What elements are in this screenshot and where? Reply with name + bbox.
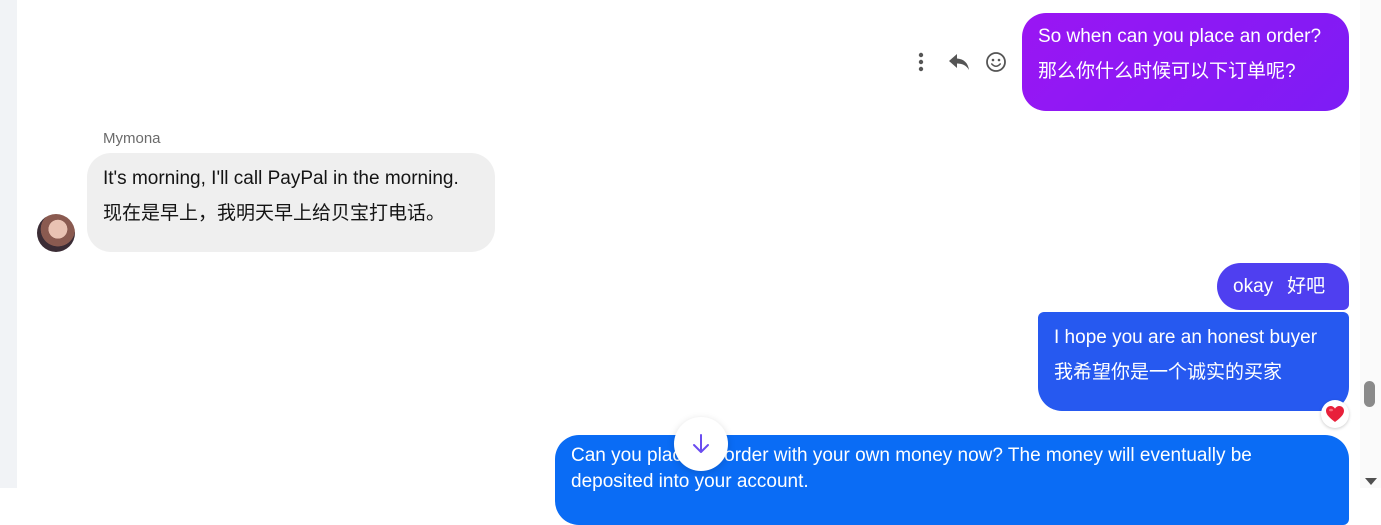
message-text: So when can you place an order?: [1038, 26, 1322, 47]
react-button[interactable]: [982, 48, 1010, 76]
message-bubble[interactable]: It's morning, I'll call PayPal in the mo…: [87, 153, 495, 252]
more-vertical-icon: [918, 52, 924, 72]
message-text: It's morning, I'll call PayPal in the mo…: [103, 168, 459, 189]
more-options-button[interactable]: [907, 48, 935, 76]
message-translation: 好吧: [1287, 276, 1326, 297]
scrollbar-thumb[interactable]: [1364, 381, 1375, 407]
avatar[interactable]: [37, 214, 75, 252]
scrollbar-track[interactable]: [1360, 0, 1381, 488]
heart-icon: [1326, 406, 1344, 422]
message-bubble[interactable]: okay 好吧: [1217, 263, 1349, 310]
message-bubble[interactable]: So when can you place an order? 那么你什么时候可…: [1022, 13, 1349, 111]
message-text: Can you place an order with your own mon…: [571, 445, 1252, 492]
message-text: I hope you are an honest buyer: [1054, 327, 1318, 348]
left-rail: [0, 0, 17, 488]
emoji-icon: [986, 52, 1006, 72]
message-translation: 我希望你是一个诚实的买家: [1054, 362, 1283, 383]
message-bubble[interactable]: I hope you are an honest buyer 我希望你是一个诚实…: [1038, 312, 1349, 411]
message-translation: 那么你什么时候可以下订单呢?: [1038, 61, 1296, 82]
scrollbar-down-arrow[interactable]: [1365, 478, 1377, 485]
reply-icon: [949, 54, 969, 70]
scroll-to-bottom-button[interactable]: [674, 417, 728, 471]
sender-name: Mymona: [103, 130, 161, 147]
arrow-down-icon: [693, 434, 709, 453]
message-text: okay: [1233, 276, 1274, 297]
message-translation: 现在是早上，我明天早上给贝宝打电话。: [103, 203, 446, 224]
heart-reaction[interactable]: [1321, 400, 1349, 428]
reply-button[interactable]: [945, 48, 973, 76]
